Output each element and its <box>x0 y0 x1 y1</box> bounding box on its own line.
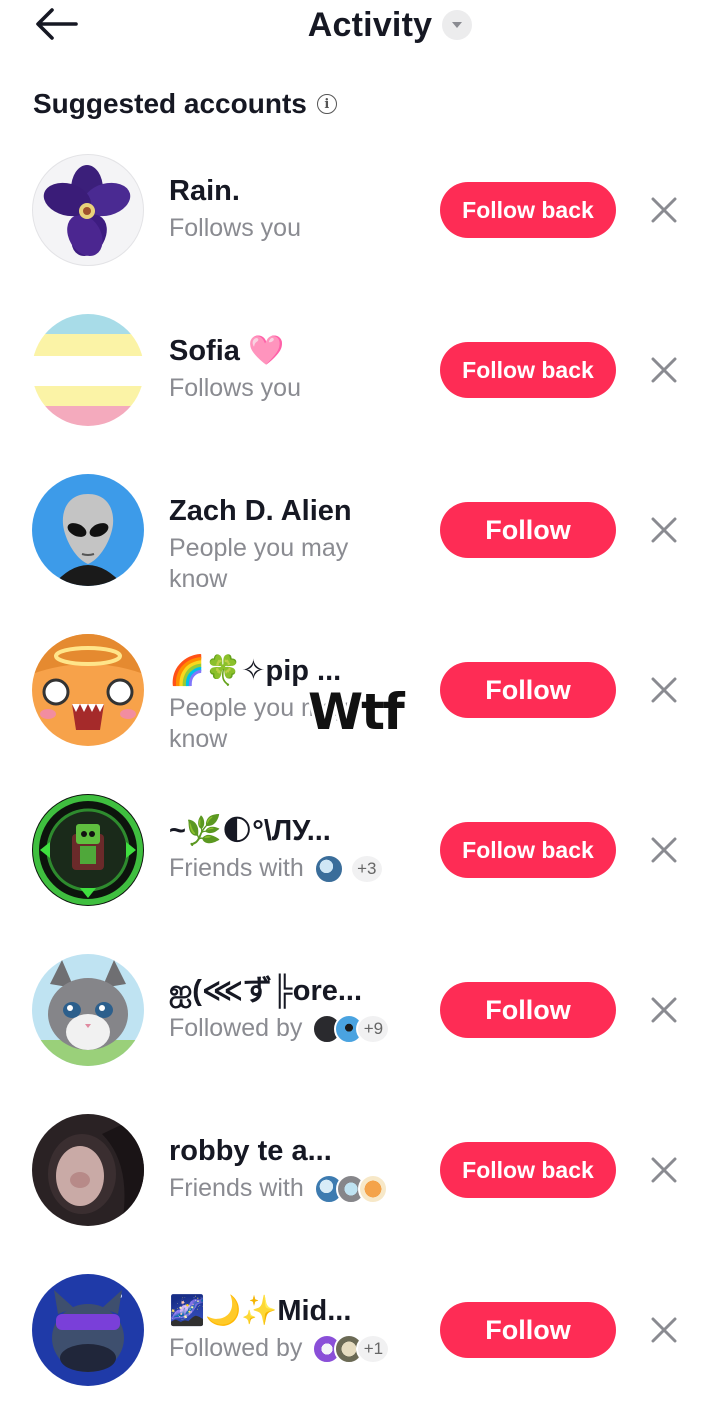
dismiss-button[interactable] <box>646 1152 682 1188</box>
orange-cat-icon <box>32 634 144 746</box>
avatar <box>313 853 344 884</box>
list-item[interactable]: ~🌿🌓°\ЛУ... Friends with +3 Follow back <box>0 770 720 930</box>
section-title: Suggested accounts <box>33 88 307 119</box>
account-info: Sofia 🩷 Follows you <box>169 333 419 404</box>
list-item[interactable]: Sofia 🩷 Follows you Follow back <box>0 290 720 450</box>
list-item[interactable]: robby te a... Friends with Follow back <box>0 1090 720 1250</box>
page-title: Activity <box>307 5 433 44</box>
text-sticker: Wtf <box>308 683 405 741</box>
account-list: Rain. Follows you Follow back Sofia 🩷 Fo… <box>0 130 720 1410</box>
avatar[interactable] <box>32 634 144 746</box>
avatar[interactable] <box>32 1114 144 1226</box>
account-name: Sofia 🩷 <box>169 335 285 367</box>
follow-button[interactable]: Follow <box>440 982 616 1038</box>
account-name: robby te a... <box>169 1135 332 1167</box>
follow-button[interactable]: Follow <box>440 502 616 558</box>
avatar[interactable] <box>32 474 144 586</box>
green-robot-icon <box>32 794 144 906</box>
account-name: Zach D. Alien <box>169 495 352 527</box>
dismiss-button[interactable] <box>646 512 682 548</box>
section-header: Suggested accounts i <box>33 84 337 124</box>
account-relation: People you may know <box>169 534 349 593</box>
purple-flower-icon <box>43 165 131 256</box>
account-info: 🌌🌙✨Mid... Followed by +1 <box>169 1293 419 1364</box>
avatar[interactable] <box>32 794 144 906</box>
list-item[interactable]: Rain. Follows you Follow back <box>0 130 720 290</box>
gray-cat-icon <box>32 954 144 1066</box>
follow-button[interactable]: Follow <box>440 662 616 718</box>
account-relation: Followed by +9 <box>169 1013 419 1044</box>
list-item[interactable]: 🌌🌙✨Mid... Followed by +1 Follow <box>0 1250 720 1410</box>
close-icon <box>651 517 677 543</box>
relation-text: Followed by <box>169 1334 303 1362</box>
close-icon <box>651 837 677 863</box>
mutual-count-badge: +1 <box>356 1333 391 1364</box>
account-name: Rain. <box>169 175 240 207</box>
account-relation: Friends with +3 <box>169 853 419 884</box>
close-icon <box>651 997 677 1023</box>
close-icon <box>651 197 677 223</box>
info-icon[interactable]: i <box>316 94 337 114</box>
follow-button[interactable]: Follow <box>440 1302 616 1358</box>
account-name: ஐ(⋘ず╠ore... <box>169 975 363 1007</box>
mutual-avatars: +9 <box>308 1013 391 1044</box>
follow-back-button[interactable]: Follow back <box>440 182 616 238</box>
follow-back-button[interactable]: Follow back <box>440 822 616 878</box>
avatar[interactable] <box>32 154 144 266</box>
dismiss-button[interactable] <box>646 1312 682 1348</box>
avatar[interactable] <box>32 1274 144 1386</box>
follow-back-button[interactable]: Follow back <box>440 342 616 398</box>
account-relation: Followed by +1 <box>169 1333 419 1364</box>
dismiss-button[interactable] <box>646 352 682 388</box>
relation-text: Friends with <box>169 854 304 882</box>
avatar[interactable] <box>32 314 144 426</box>
list-item[interactable]: Zach D. Alien People you may know Follow <box>0 450 720 610</box>
title-area[interactable]: Activity <box>0 2 720 48</box>
account-info: ~🌿🌓°\ЛУ... Friends with +3 <box>169 813 419 884</box>
close-icon <box>651 357 677 383</box>
cool-cat-icon <box>32 1274 144 1386</box>
pastel-stripes-icon <box>32 314 144 426</box>
follow-back-button[interactable]: Follow back <box>440 1142 616 1198</box>
avatar <box>357 1173 388 1204</box>
person-photo-icon <box>32 1114 144 1226</box>
avatar[interactable] <box>32 954 144 1066</box>
close-icon <box>651 1317 677 1343</box>
alien-icon <box>32 474 144 586</box>
dismiss-button[interactable] <box>646 672 682 708</box>
account-info: ஐ(⋘ず╠ore... Followed by +9 <box>169 973 419 1044</box>
account-relation: Follows you <box>169 214 301 242</box>
list-item[interactable]: ஐ(⋘ず╠ore... Followed by +9 Follow <box>0 930 720 1090</box>
account-info: Rain. Follows you <box>169 173 419 244</box>
relation-text: Friends with <box>169 1174 304 1202</box>
relation-text: Followed by <box>169 1014 303 1042</box>
account-relation: Friends with <box>169 1173 419 1204</box>
mutual-count-badge: +3 <box>349 853 384 884</box>
mutual-avatars: +1 <box>308 1333 391 1364</box>
account-info: Zach D. Alien People you may know <box>169 493 419 595</box>
close-icon <box>651 677 677 703</box>
dropdown-caret-icon[interactable] <box>442 10 473 40</box>
top-bar: Activity <box>0 0 720 60</box>
account-name: ~🌿🌓°\ЛУ... <box>169 815 331 847</box>
mutual-avatars <box>310 1173 388 1204</box>
mutual-count-badge: +9 <box>356 1013 391 1044</box>
account-relation: Follows you <box>169 374 301 402</box>
close-icon <box>651 1157 677 1183</box>
account-info: robby te a... Friends with <box>169 1133 419 1204</box>
dismiss-button[interactable] <box>646 992 682 1028</box>
dismiss-button[interactable] <box>646 832 682 868</box>
mutual-avatars: +3 <box>310 853 384 884</box>
account-name: 🌌🌙✨Mid... <box>169 1295 352 1327</box>
dismiss-button[interactable] <box>646 192 682 228</box>
